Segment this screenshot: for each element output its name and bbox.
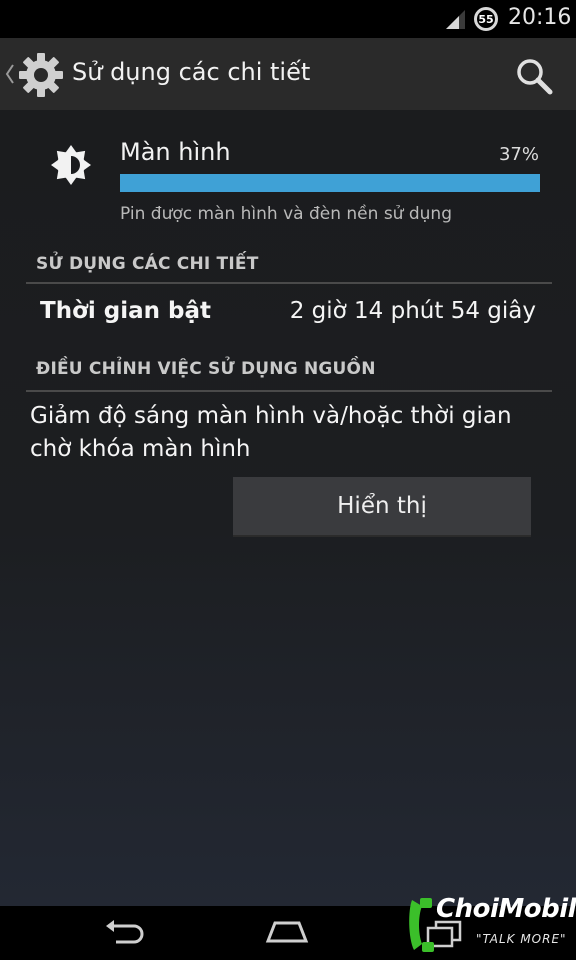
back-icon[interactable] (104, 920, 146, 946)
brightness-icon (51, 145, 91, 185)
watermark-slogan: "TALK MORE" (476, 932, 567, 946)
home-icon[interactable] (264, 920, 310, 944)
display-settings-button[interactable]: Hiển thị (233, 477, 531, 537)
on-time-value: 2 giờ 14 phút 54 giây (289, 298, 536, 324)
gear-icon[interactable] (18, 52, 64, 98)
on-time-label: Thời gian bật (40, 298, 211, 324)
usage-progress-bar (120, 174, 540, 192)
section-divider (26, 282, 552, 284)
watermark-logo: ChoiMobile "TALK MORE" (406, 890, 576, 960)
watermark-brand: ChoiMobile (436, 894, 576, 924)
section-header-details: SỬ DỤNG CÁC CHI TIẾT (36, 254, 259, 274)
search-icon[interactable] (514, 56, 554, 96)
usage-percent: 37% (498, 144, 539, 165)
clock: 20:16 (508, 5, 572, 30)
up-caret-icon[interactable] (4, 62, 16, 86)
power-advice-text: Giảm độ sáng màn hình và/hoặc thời gian … (30, 403, 512, 462)
section-header-adjust: ĐIỀU CHỈNH VIỆC SỬ DỤNG NGUỒN (36, 359, 376, 379)
battery-icon: 55 (474, 7, 498, 31)
battery-level: 55 (478, 12, 494, 26)
signal-icon (446, 10, 465, 29)
page-title: Sử dụng các chi tiết (72, 58, 311, 86)
display-settings-button-label: Hiển thị (337, 493, 427, 519)
status-bar: 55 20:16 (0, 0, 576, 38)
usage-description: Pin được màn hình và đèn nền sử dụng (120, 204, 452, 224)
section-divider (26, 390, 552, 392)
action-bar: Sử dụng các chi tiết (0, 38, 576, 110)
usage-progress-fill (120, 174, 540, 192)
usage-details-panel: Màn hình 37% Pin được màn hình và đèn nề… (0, 110, 576, 906)
usage-item-name: Màn hình (120, 138, 231, 166)
